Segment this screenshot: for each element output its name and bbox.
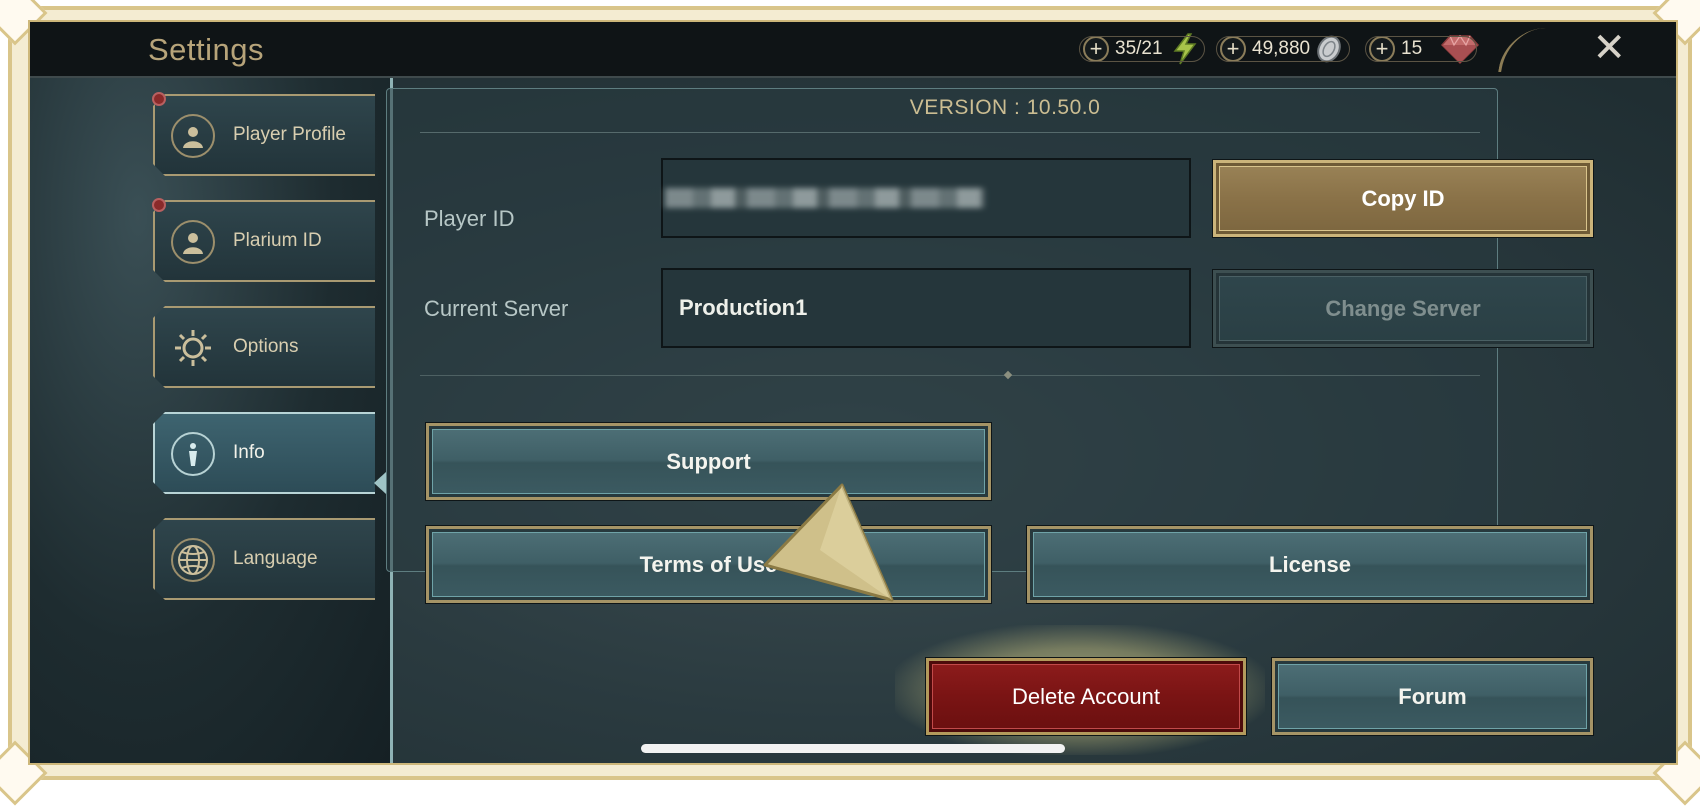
sidebar-item-language[interactable]: Language	[153, 518, 375, 600]
sidebar-item-label: Options	[233, 336, 299, 357]
sidebar-item-label: Player Profile	[233, 124, 346, 145]
globe-icon	[171, 538, 215, 582]
current-server-field: Production1	[661, 268, 1191, 348]
gear-icon	[171, 326, 215, 370]
energy-resource: + 35/21	[1079, 33, 1205, 65]
close-icon[interactable]: ✕	[1592, 26, 1626, 70]
resource-pill	[1365, 36, 1477, 62]
info-icon	[171, 432, 215, 476]
divider	[420, 375, 1480, 376]
resource-pill	[1216, 36, 1350, 62]
home-indicator	[641, 744, 1065, 753]
delete-account-button[interactable]: Delete Account	[925, 657, 1247, 736]
sidebar-item-info[interactable]: Info	[153, 412, 375, 494]
player-id-label: Player ID	[424, 206, 515, 231]
change-server-button[interactable]: Change Server	[1212, 269, 1594, 348]
divider	[420, 132, 1480, 133]
sidebar-item-options[interactable]: Options	[153, 306, 375, 388]
tutorial-pointer-icon	[763, 483, 894, 602]
title-bar: Settings + 35/21 + 49,880 + 15 ✕	[30, 22, 1676, 78]
resource-pill	[1079, 36, 1205, 62]
active-indicator-arrow	[374, 472, 386, 494]
sidebar-item-label: Plarium ID	[233, 230, 322, 251]
sidebar-item-label: Info	[233, 442, 265, 463]
silver-resource: + 49,880	[1216, 34, 1350, 64]
version-text: VERSION : 10.50.0	[909, 96, 1101, 119]
redacted-player-id	[665, 188, 985, 208]
window-title: Settings	[148, 32, 265, 67]
sidebar-item-label: Language	[233, 548, 318, 569]
license-button[interactable]: License	[1026, 525, 1594, 604]
person-icon	[171, 220, 215, 264]
person-icon	[171, 114, 215, 158]
notification-dot	[152, 198, 166, 212]
forum-button[interactable]: Forum	[1271, 657, 1594, 736]
sidebar-item-plarium-id[interactable]: Plarium ID	[153, 200, 375, 282]
title-ornament	[1498, 28, 1549, 72]
copy-id-button[interactable]: Copy ID	[1212, 159, 1594, 238]
current-server-label: Current Server	[424, 296, 569, 321]
gem-resource: + 15	[1365, 34, 1482, 65]
